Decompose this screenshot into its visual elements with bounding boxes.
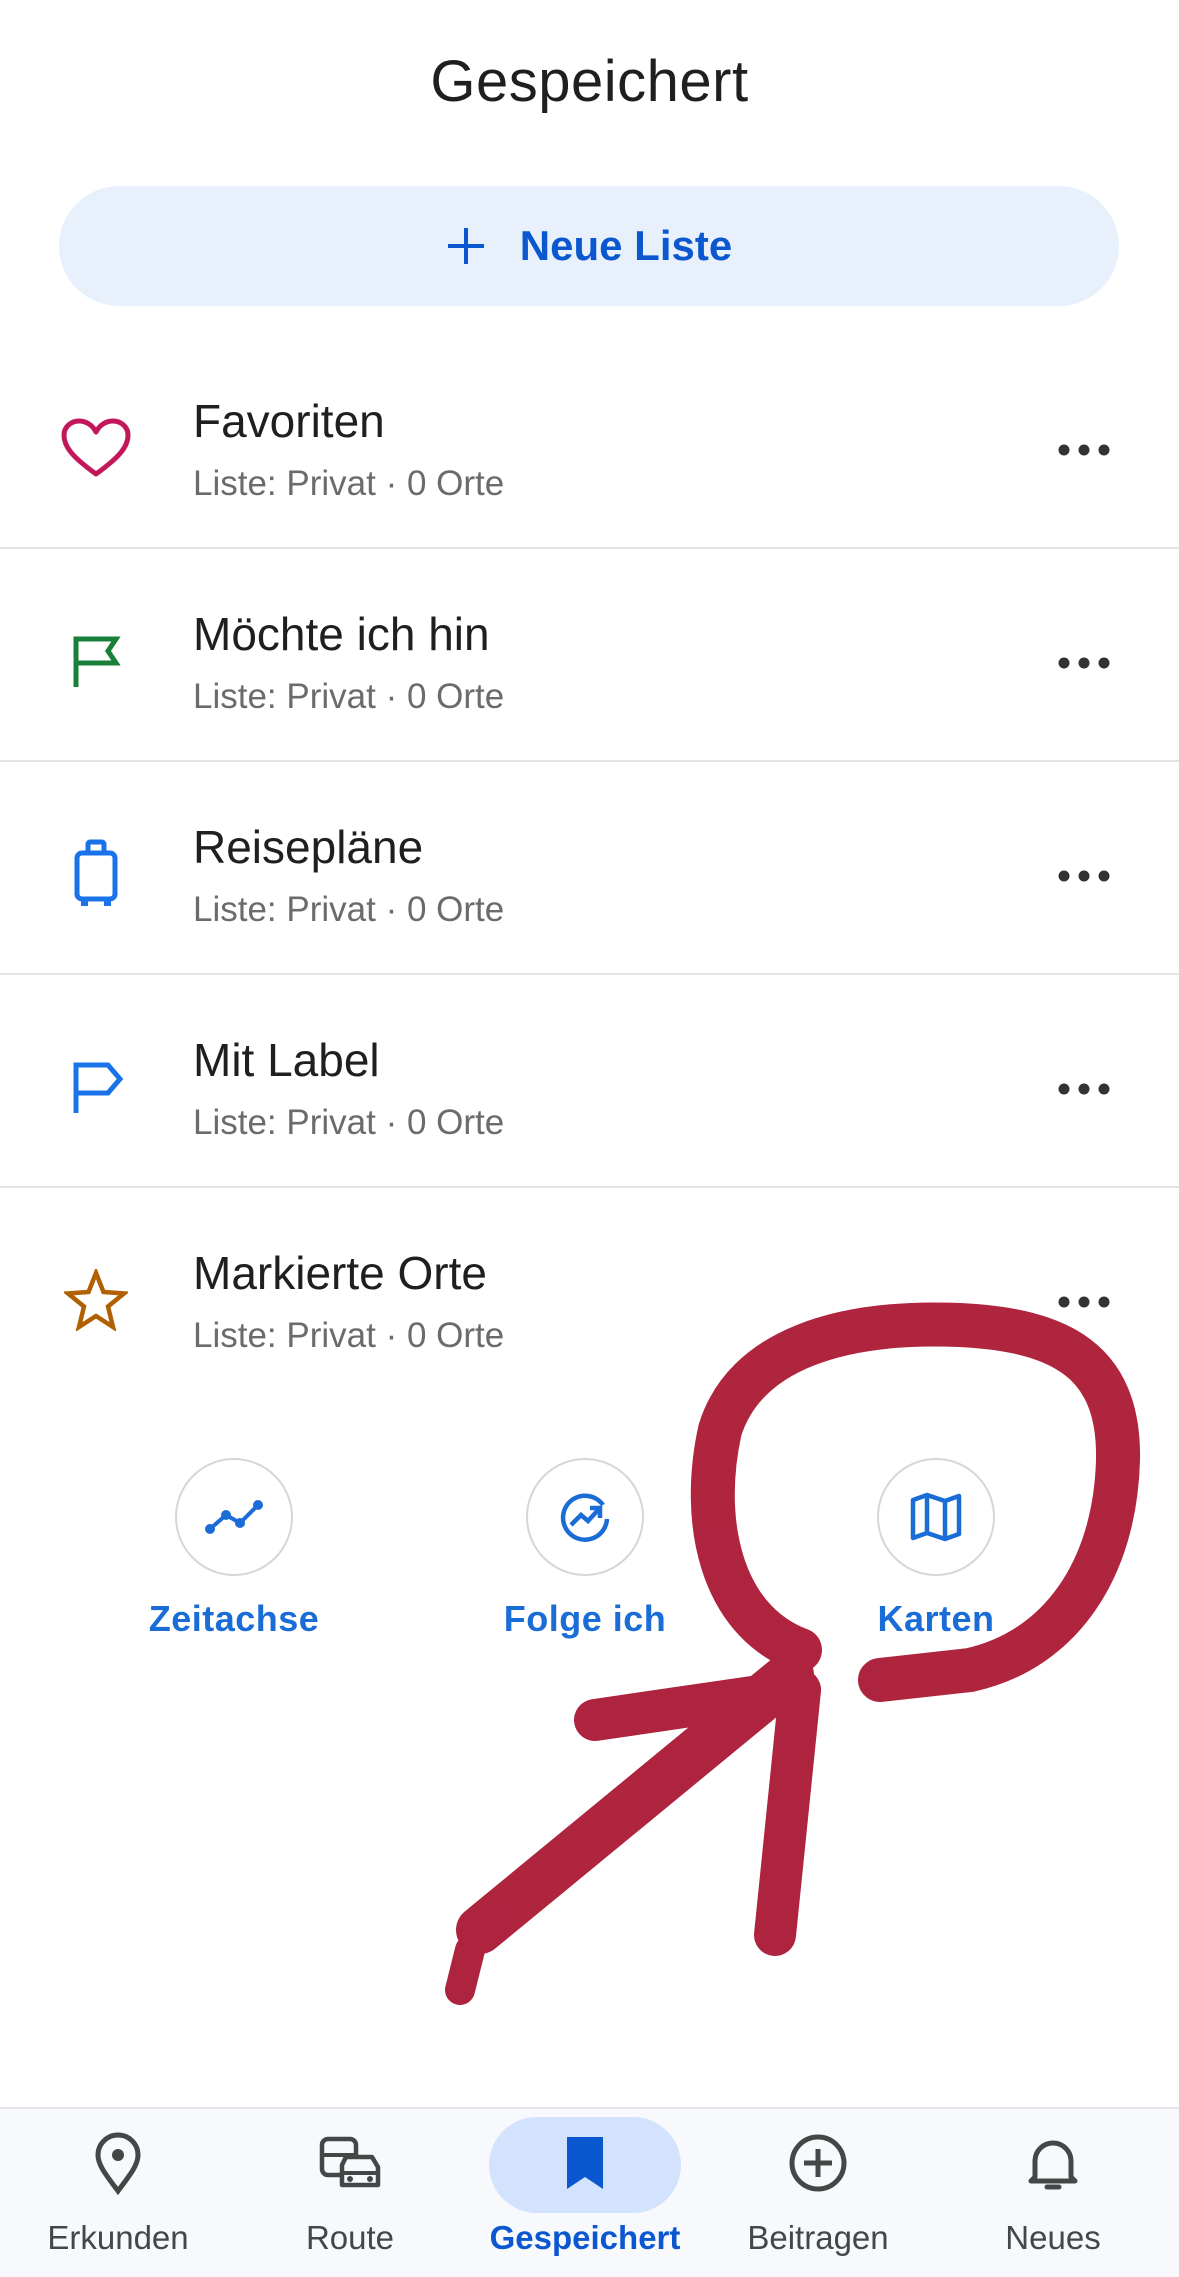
list-title: Möchte ich hin [193,608,490,660]
nav-item-route[interactable]: Route [232,2109,468,2277]
nav-item-erkunden[interactable]: Erkunden [0,2109,236,2277]
more-options-icon[interactable] [1044,846,1124,906]
list-title: Favoriten [193,395,385,447]
nav-label: Gespeichert [489,2219,681,2256]
flag-icon [56,621,136,701]
nav-item-beitragen[interactable]: Beitragen [700,2109,936,2277]
more-options-icon[interactable] [1044,633,1124,693]
timeline-label: Zeitachse [148,1598,320,1639]
nav-label: Neues [1005,2219,1101,2256]
more-options-icon[interactable] [1044,420,1124,480]
maps-button[interactable]: Karten [816,1456,1056,1640]
timeline-icon [175,1458,293,1576]
list-subtitle: Liste: Privat · 0 Orte [193,677,505,716]
list-subtitle: Liste: Privat · 0 Orte [193,890,505,929]
list-item-mit-label[interactable]: Mit Label Liste: Privat · 0 Orte [0,973,1179,1185]
nav-item-gespeichert[interactable]: Gespeichert [467,2109,703,2277]
add-circle-icon [789,2134,847,2192]
nav-label: Erkunden [47,2219,189,2256]
nav-label: Route [305,2219,395,2256]
following-label: Folge ich [503,1598,667,1639]
commute-icon [319,2136,381,2188]
map-icon [877,1458,995,1576]
location-pin-icon [95,2132,141,2195]
bottom-navigation: Erkunden Route Gespeichert Beitragen Neu… [0,2107,1179,2277]
new-list-label: Neue Liste [519,222,733,269]
list-title: Mit Label [193,1034,380,1086]
list-subtitle: Liste: Privat · 0 Orte [193,464,505,503]
page-title: Gespeichert [430,49,749,114]
list-item-favoriten[interactable]: Favoriten Liste: Privat · 0 Orte [0,334,1179,546]
suitcase-icon [56,834,136,914]
plus-icon [447,228,484,264]
more-options-icon[interactable] [1044,1059,1124,1119]
star-icon [56,1260,136,1340]
timeline-button[interactable]: Zeitachse [114,1456,354,1640]
list-title: Markierte Orte [193,1247,487,1299]
nav-label: Beitragen [747,2219,889,2256]
bell-icon [1028,2140,1078,2190]
more-options-icon[interactable] [1044,1272,1124,1332]
nav-item-neues[interactable]: Neues [935,2109,1171,2277]
list-title: Reisepläne [193,821,424,873]
quick-actions: Zeitachse Folge ich Karten [0,1456,1179,1656]
list-item-markierte-orte[interactable]: Markierte Orte Liste: Privat · 0 Orte [0,1186,1179,1398]
list-item-reiseplaene[interactable]: Reisepläne Liste: Privat · 0 Orte [0,760,1179,972]
following-button[interactable]: Folge ich [465,1456,705,1640]
maps-label: Karten [877,1598,995,1639]
list-item-moechte-ich-hin[interactable]: Möchte ich hin Liste: Privat · 0 Orte [0,547,1179,759]
list-subtitle: Liste: Privat · 0 Orte [193,1103,505,1142]
following-icon [526,1458,644,1576]
label-icon [56,1047,136,1127]
bookmark-icon [567,2137,603,2189]
new-list-button[interactable]: Neue Liste [59,186,1119,306]
heart-icon [56,408,136,488]
list-subtitle: Liste: Privat · 0 Orte [193,1316,505,1355]
